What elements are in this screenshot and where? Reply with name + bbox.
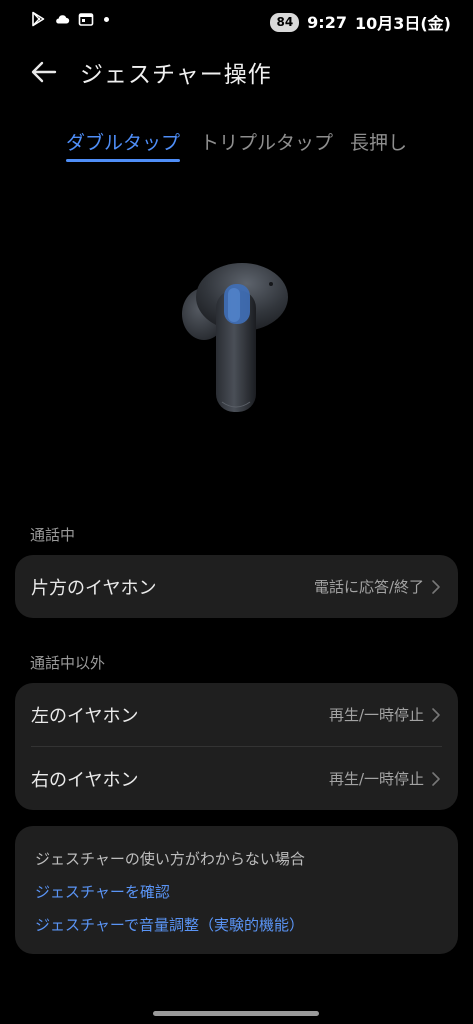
calendar-icon	[78, 13, 94, 26]
tab-double-tap[interactable]: ダブルタップ	[66, 128, 180, 155]
list-item-right-earbud[interactable]: 右のイヤホン 再生/一時停止	[15, 747, 458, 810]
chevron-right-icon	[432, 707, 440, 722]
list-item-single-earbud[interactable]: 片方のイヤホン 電話に応答/終了	[15, 555, 458, 618]
page-title: ジェスチャー操作	[80, 62, 272, 88]
chevron-right-icon	[432, 771, 440, 786]
tab-triple-tap[interactable]: トリプルタップ	[200, 128, 333, 155]
in-call-card: 片方のイヤホン 電話に応答/終了	[15, 555, 458, 618]
app-header: ジェスチャー操作	[0, 50, 473, 94]
status-time: 9:27	[307, 12, 347, 32]
gesture-tabs: ダブルタップ トリプルタップ 長押し	[0, 128, 473, 168]
check-gestures-link[interactable]: ジェスチャーを確認	[35, 881, 170, 902]
row-value: 電話に応答/終了	[313, 578, 424, 596]
status-icons-left	[30, 11, 109, 27]
status-date: 10月3日(金)	[354, 14, 451, 33]
earbud-image	[182, 263, 288, 412]
active-tab-indicator	[66, 159, 180, 162]
not-in-call-card: 左のイヤホン 再生/一時停止 右のイヤホン 再生/一時停止	[15, 683, 458, 810]
status-icons-right: 84 9:27 10月3日(金)	[270, 10, 451, 34]
tab-long-press[interactable]: 長押し	[350, 128, 407, 155]
play-store-icon	[32, 11, 45, 27]
chevron-right-icon	[432, 579, 440, 594]
row-label: 右のイヤホン	[31, 769, 139, 791]
notification-dot-icon	[104, 16, 109, 22]
volume-gesture-link[interactable]: ジェスチャーで音量調整（実験的機能）	[35, 914, 304, 935]
home-indicator[interactable]	[153, 1011, 319, 1016]
section-label-not-in-call: 通話中以外	[30, 654, 106, 672]
gesture-help-card: ジェスチャーの使い方がわからない場合 ジェスチャーを確認 ジェスチャーで音量調整…	[15, 826, 458, 954]
cloud-icon	[56, 15, 70, 24]
battery-indicator: 84	[270, 12, 300, 32]
back-arrow-icon	[31, 61, 57, 83]
row-label: 片方のイヤホン	[31, 577, 157, 599]
back-button[interactable]	[28, 56, 60, 88]
section-label-in-call: 通話中	[30, 526, 76, 544]
list-item-left-earbud[interactable]: 左のイヤホン 再生/一時停止	[15, 683, 458, 746]
help-title: ジェスチャーの使い方がわからない場合	[35, 850, 305, 868]
row-label: 左のイヤホン	[31, 705, 139, 727]
row-value: 再生/一時停止	[328, 770, 424, 788]
status-bar: 84 9:27 10月3日(金)	[0, 0, 473, 44]
row-value: 再生/一時停止	[328, 706, 424, 724]
